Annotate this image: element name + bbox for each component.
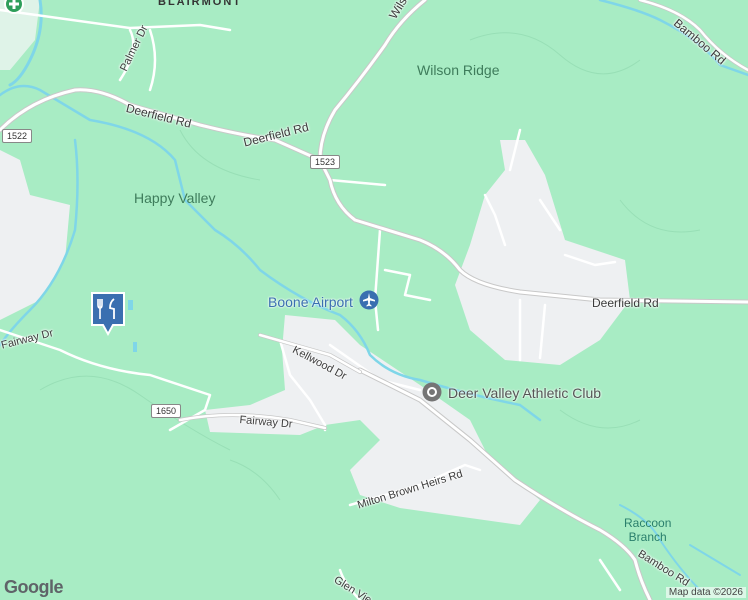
- place-icon[interactable]: [422, 382, 442, 407]
- airport-icon[interactable]: [359, 290, 379, 315]
- map-attribution[interactable]: Map data ©2026: [665, 587, 746, 598]
- route-shield-1523: 1523: [310, 155, 341, 169]
- label-wilson-ridge: Wilson Ridge: [417, 62, 500, 78]
- route-shield-1522: 1522: [2, 129, 33, 143]
- medical-icon[interactable]: [4, 0, 24, 19]
- urban-area-left: [0, 150, 70, 320]
- wilson-rd: [317, 0, 428, 163]
- google-logo: Google: [4, 577, 64, 597]
- poi-label-airport[interactable]: Boone Airport: [268, 294, 353, 310]
- map-canvas[interactable]: BLAIRMONT Wilson Ridge Happy Valley Racc…: [0, 0, 748, 600]
- deerfield-rd: [0, 87, 748, 305]
- restaurant-icon[interactable]: [89, 290, 127, 343]
- label-blairmont: BLAIRMONT: [158, 0, 242, 8]
- route-shield-1650: 1650: [151, 404, 182, 418]
- label-happy-valley: Happy Valley: [134, 190, 216, 206]
- poi-label-athletic-club[interactable]: Deer Valley Athletic Club: [448, 385, 601, 401]
- road-label-deerfield-rd-3: Deerfield Rd: [592, 296, 659, 310]
- label-raccoon-branch: Raccoon Branch: [624, 516, 672, 544]
